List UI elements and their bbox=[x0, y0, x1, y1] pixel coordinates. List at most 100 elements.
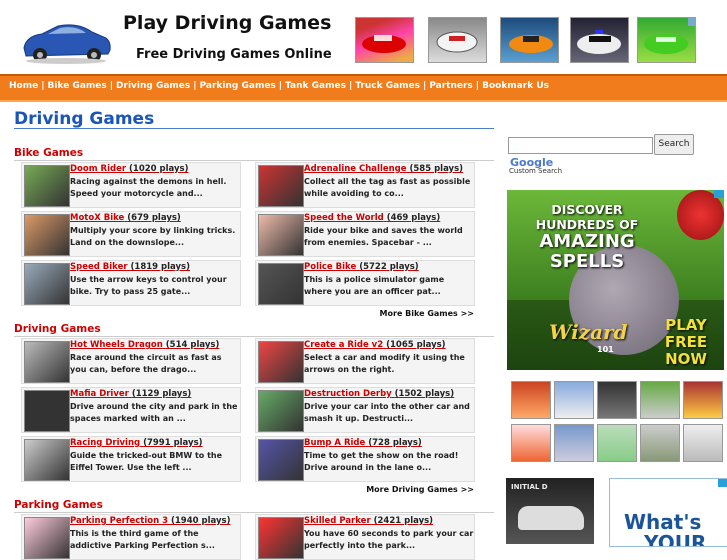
ad-drift-label: INITIAL D bbox=[511, 483, 548, 491]
game-title-link[interactable]: Bump A Ride (728 plays) bbox=[304, 438, 422, 448]
game-title-link[interactable]: Doom Rider (1020 plays) bbox=[70, 164, 189, 174]
section-divider bbox=[14, 160, 494, 161]
sidebar-game-thumb[interactable] bbox=[554, 424, 594, 462]
game-thumbnail[interactable] bbox=[258, 263, 304, 305]
nav-link-tank-games[interactable]: Tank Games bbox=[285, 81, 346, 91]
ad-play-free-now[interactable]: PLAY FREE NOW bbox=[650, 317, 722, 368]
adchoices-icon[interactable] bbox=[688, 18, 696, 26]
game-name[interactable]: Mafia Driver bbox=[70, 389, 129, 399]
game-description: Collect all the tag as fast as possible … bbox=[304, 177, 471, 198]
game-name[interactable]: Parking Perfection 3 bbox=[70, 516, 168, 526]
game-card: Doom Rider (1020 plays) Racing against th… bbox=[21, 162, 241, 208]
game-card: Police Bike (5722 plays) This is a police… bbox=[255, 260, 475, 306]
nav-link-home[interactable]: Home bbox=[9, 81, 38, 91]
game-name[interactable]: Bump A Ride bbox=[304, 438, 365, 448]
game-card: Hot Wheels Dragon (514 plays) Race around… bbox=[21, 338, 241, 384]
more-games-link[interactable]: More Driving Games >> bbox=[366, 485, 474, 494]
game-title-link[interactable]: Hot Wheels Dragon (514 plays) bbox=[70, 340, 219, 350]
nav-separator: | bbox=[193, 81, 197, 91]
sidebar-game-thumb[interactable] bbox=[511, 381, 551, 419]
ad-headline-line2: HUNDREDS OF bbox=[535, 217, 639, 232]
game-title-link[interactable]: Skilled Parker (2421 plays) bbox=[304, 516, 433, 526]
nav-link-bike-games[interactable]: Bike Games bbox=[48, 81, 107, 91]
header-game-thumb-police-car[interactable] bbox=[570, 17, 629, 63]
game-name[interactable]: Speed Biker bbox=[70, 262, 128, 272]
game-thumbnail[interactable] bbox=[258, 214, 304, 256]
sidebar-game-thumb[interactable] bbox=[640, 381, 680, 419]
game-name[interactable]: Speed the World bbox=[304, 213, 384, 223]
nav-link-parking-games[interactable]: Parking Games bbox=[200, 81, 276, 91]
game-thumbnail[interactable] bbox=[24, 165, 70, 207]
search-input[interactable] bbox=[508, 137, 653, 154]
header-game-thumb-red-car[interactable] bbox=[355, 17, 414, 63]
nav-link-bookmark-us[interactable]: Bookmark Us bbox=[482, 81, 549, 91]
sidebar-game-thumb[interactable] bbox=[683, 424, 723, 462]
game-name[interactable]: MotoX Bike bbox=[70, 213, 124, 223]
game-thumbnail[interactable] bbox=[258, 341, 304, 383]
game-title-link[interactable]: Create a Ride v2 (1065 plays) bbox=[304, 340, 446, 350]
game-play-count: (1020 plays) bbox=[129, 164, 189, 174]
sidebar-game-thumb[interactable] bbox=[597, 381, 637, 419]
game-title-link[interactable]: Police Bike (5722 plays) bbox=[304, 262, 419, 272]
search-button[interactable]: Search bbox=[654, 134, 694, 155]
wizard101-ad-banner[interactable]: DISCOVER HUNDREDS OF AMAZING SPELLS Wiza… bbox=[507, 190, 724, 370]
game-thumbnail[interactable] bbox=[24, 439, 70, 481]
ad-headline-line4: SPELLS bbox=[549, 251, 625, 272]
game-name[interactable]: Skilled Parker bbox=[304, 516, 371, 526]
game-title-link[interactable]: Speed the World (469 plays) bbox=[304, 213, 440, 223]
header-game-thumb-white-car[interactable] bbox=[428, 17, 487, 63]
game-thumbnail[interactable] bbox=[24, 263, 70, 305]
game-title-link[interactable]: Destruction Derby (1502 plays) bbox=[304, 389, 454, 399]
game-thumbnail[interactable] bbox=[258, 517, 304, 559]
section-divider bbox=[14, 336, 494, 337]
game-thumbnail[interactable] bbox=[24, 517, 70, 559]
adchoices-icon[interactable] bbox=[714, 190, 724, 198]
game-thumbnail[interactable] bbox=[24, 341, 70, 383]
sidebar-game-thumb[interactable] bbox=[640, 424, 680, 462]
game-title-link[interactable]: Parking Perfection 3 (1940 plays) bbox=[70, 516, 230, 526]
game-description: Racing against the demons in hell. Speed… bbox=[70, 177, 227, 198]
game-thumbnail[interactable] bbox=[258, 439, 304, 481]
game-name[interactable]: Police Bike bbox=[304, 262, 356, 272]
game-play-count: (585 plays) bbox=[409, 164, 464, 174]
nav-link-truck-games[interactable]: Truck Games bbox=[355, 81, 420, 91]
game-title-link[interactable]: Mafia Driver (1129 plays) bbox=[70, 389, 191, 399]
game-description: Drive around the city and park in the sp… bbox=[70, 402, 238, 423]
sidebar-game-thumb[interactable] bbox=[683, 381, 723, 419]
top-navigation: Home | Bike Games | Driving Games | Parking Ga… bbox=[0, 74, 727, 102]
game-play-count: (728 plays) bbox=[368, 438, 422, 448]
more-games-link[interactable]: More Bike Games >> bbox=[380, 309, 474, 318]
sidebar-game-thumb[interactable] bbox=[597, 424, 637, 462]
section-title[interactable]: Bike Games bbox=[14, 147, 83, 159]
header-game-thumb-orange-car[interactable] bbox=[500, 17, 559, 63]
adchoices-icon[interactable] bbox=[718, 479, 727, 487]
nav-separator: | bbox=[475, 81, 480, 91]
game-name[interactable]: Hot Wheels Dragon bbox=[70, 340, 163, 350]
game-name[interactable]: Destruction Derby bbox=[304, 389, 392, 399]
game-title-link[interactable]: Racing Driving (7991 plays) bbox=[70, 438, 203, 448]
game-play-count: (679 plays) bbox=[127, 213, 181, 223]
sidebar-game-thumb[interactable] bbox=[554, 381, 594, 419]
nav-separator: | bbox=[348, 81, 353, 91]
game-name[interactable]: Doom Rider bbox=[70, 164, 126, 174]
game-name[interactable]: Racing Driving bbox=[70, 438, 140, 448]
game-title-link[interactable]: Speed Biker (1819 plays) bbox=[70, 262, 190, 272]
game-name[interactable]: Create a Ride v2 bbox=[304, 340, 383, 350]
game-thumbnail[interactable] bbox=[24, 214, 70, 256]
game-thumbnail[interactable] bbox=[258, 390, 304, 432]
section-title[interactable]: Parking Games bbox=[14, 499, 103, 511]
nav-link-partners[interactable]: Partners bbox=[429, 81, 472, 91]
game-name[interactable]: Adrenaline Challenge bbox=[304, 164, 407, 174]
whats-your-ad[interactable]: What's YOUR bbox=[609, 478, 727, 547]
game-description: Ride your bike and saves the world from … bbox=[304, 226, 463, 247]
game-card: MotoX Bike (679 plays) Multiply your scor… bbox=[21, 211, 241, 257]
game-title-link[interactable]: Adrenaline Challenge (585 plays) bbox=[304, 164, 463, 174]
nav-link-driving-games[interactable]: Driving Games bbox=[116, 81, 190, 91]
game-thumbnail[interactable] bbox=[24, 390, 70, 432]
game-title-link[interactable]: MotoX Bike (679 plays) bbox=[70, 213, 181, 223]
initial-d-ad[interactable]: INITIAL D bbox=[506, 478, 594, 544]
logo-car-image[interactable] bbox=[18, 14, 113, 66]
section-title[interactable]: Driving Games bbox=[14, 323, 101, 335]
sidebar-game-thumb[interactable] bbox=[511, 424, 551, 462]
game-thumbnail[interactable] bbox=[258, 165, 304, 207]
